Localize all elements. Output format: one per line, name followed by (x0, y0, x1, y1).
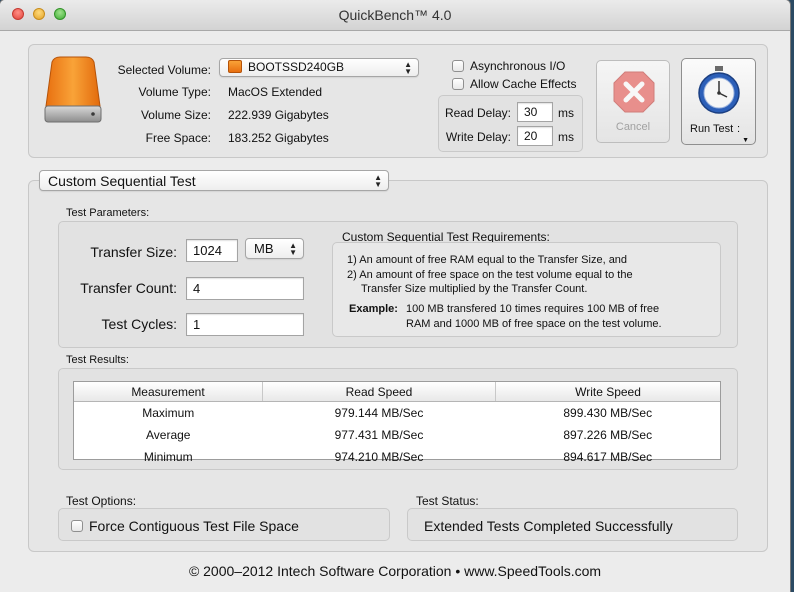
results-table: Measurement Read Speed Write Speed Maxim… (74, 382, 720, 468)
column-header-write-speed[interactable]: Write Speed (495, 382, 720, 402)
test-cycles-field[interactable]: 1 (186, 313, 304, 336)
column-header-read-speed[interactable]: Read Speed (262, 382, 496, 402)
transfer-unit-value: MB (254, 241, 274, 256)
table-row[interactable]: Maximum 979.144 MB/Sec 899.430 MB/Sec (74, 402, 720, 425)
test-parameters-heading: Test Parameters: (66, 207, 150, 219)
write-speed-cell: 899.430 MB/Sec (563, 406, 653, 420)
hard-drive-icon (44, 56, 102, 123)
test-cycles-label: Test Cycles: (101, 316, 177, 332)
volume-panel: Selected Volume: BOOTSSD240GB ▲ ▼ Volume … (28, 44, 768, 158)
cache-effects-label: Allow Cache Effects (470, 77, 577, 91)
write-delay-label: Write Delay: (445, 130, 511, 144)
measurement-cell: Average (146, 428, 191, 442)
cancel-x-icon (613, 71, 655, 113)
example-label: Example: (349, 303, 398, 315)
volume-select[interactable]: BOOTSSD240GB ▲ ▼ (219, 58, 419, 77)
requirements-panel: 1) An amount of free RAM equal to the Tr… (332, 242, 721, 337)
measurement-cell: Minimum (143, 450, 193, 464)
quickbench-window: QuickBench™ 4.0 Selected Volume: BOOTSSD… (0, 0, 790, 592)
test-status-panel: Extended Tests Completed Successfully (407, 508, 738, 541)
chevron-down-icon: ▼ (742, 137, 749, 144)
stopwatch-icon (698, 66, 740, 114)
free-space-label: Free Space: (145, 131, 211, 145)
table-row[interactable]: Minimum 974.210 MB/Sec 894.617 MB/Sec (74, 446, 720, 468)
test-status-text: Extended Tests Completed Successfully (424, 518, 673, 534)
read-speed-cell: 979.144 MB/Sec (334, 406, 424, 420)
volume-select-value: BOOTSSD240GB (248, 60, 345, 74)
transfer-count-label: Transfer Count: (80, 280, 177, 296)
requirement-line-2a: 2) An amount of free space on the test v… (347, 269, 633, 281)
free-space-value: 183.252 Gigabytes (228, 131, 329, 145)
example-line-1: 100 MB transfered 10 times requires 100 … (406, 303, 660, 315)
results-header-row: Measurement Read Speed Write Speed (74, 382, 720, 402)
read-speed-cell: 977.431 MB/Sec (334, 428, 424, 442)
read-speed-cell: 974.210 MB/Sec (334, 450, 424, 464)
selected-volume-label: Selected Volume: (117, 63, 211, 77)
test-results-panel: Measurement Read Speed Write Speed Maxim… (58, 368, 738, 470)
requirement-line-1: 1) An amount of free RAM equal to the Tr… (347, 254, 628, 266)
test-parameters-panel: Transfer Size: 1024 MB ▲ ▼ Transfer Count… (58, 221, 738, 348)
measurement-cell: Maximum (142, 406, 195, 420)
volume-size-label: Volume Size: (140, 108, 211, 122)
write-speed-cell: 894.617 MB/Sec (563, 450, 653, 464)
force-contiguous-label: Force Contiguous Test File Space (89, 518, 299, 534)
write-delay-field[interactable]: 20 (517, 126, 553, 146)
transfer-size-label: Transfer Size: (90, 244, 177, 260)
transfer-unit-select[interactable]: MB ▲ ▼ (245, 238, 304, 259)
read-delay-field[interactable]: 30 (517, 102, 553, 122)
test-options-panel: Force Contiguous Test File Space (58, 508, 390, 541)
transfer-count-field[interactable]: 4 (186, 277, 304, 300)
async-io-checkbox[interactable] (452, 60, 464, 72)
delay-panel: Read Delay: 30 ms Write Delay: 20 ms (438, 95, 583, 152)
results-table-frame: Measurement Read Speed Write Speed Maxim… (73, 381, 721, 464)
popup-arrows-icon: ▲ ▼ (374, 173, 382, 189)
requirement-line-2b: Transfer Size multiplied by the Transfer… (361, 283, 588, 295)
transfer-size-field[interactable]: 1024 (186, 239, 238, 262)
run-test-label: Run Test (690, 123, 734, 135)
volume-size-value: 222.939 Gigabytes (228, 108, 329, 122)
test-type-value: Custom Sequential Test (48, 173, 196, 189)
footer-copyright: © 2000–2012 Intech Software Corporation … (188, 563, 602, 579)
async-io-label: Asynchronous I/O (470, 59, 566, 73)
write-delay-unit: ms (558, 130, 574, 144)
cancel-label: Cancel (615, 121, 651, 133)
test-options-heading: Test Options: (66, 494, 137, 508)
title-bar: QuickBench™ 4.0 (0, 0, 790, 31)
table-row[interactable]: Average 977.431 MB/Sec 897.226 MB/Sec (74, 424, 720, 446)
test-results-heading: Test Results: (66, 354, 129, 366)
popup-arrows-icon: ▲ ▼ (404, 60, 412, 76)
example-line-2: RAM and 1000 MB of free space on the tes… (406, 318, 662, 330)
test-type-select[interactable]: Custom Sequential Test ▲ ▼ (39, 170, 389, 191)
run-test-colon: : (737, 123, 741, 135)
volume-type-label: Volume Type: (138, 85, 212, 99)
column-header-measurement[interactable]: Measurement (74, 382, 263, 402)
window-title: QuickBench™ 4.0 (338, 7, 452, 23)
run-test-button[interactable]: Run Test : ▼ (681, 58, 756, 145)
popup-arrows-icon: ▲ ▼ (289, 241, 297, 257)
test-status-heading: Test Status: (416, 494, 479, 508)
write-speed-cell: 897.226 MB/Sec (563, 428, 653, 442)
read-delay-label: Read Delay: (444, 106, 511, 120)
read-delay-unit: ms (558, 106, 574, 120)
force-contiguous-checkbox[interactable] (71, 520, 83, 532)
volume-type-value: MacOS Extended (228, 85, 323, 99)
disk-icon (228, 60, 242, 73)
cache-effects-checkbox[interactable] (452, 78, 464, 90)
cancel-button[interactable]: Cancel (596, 60, 670, 143)
